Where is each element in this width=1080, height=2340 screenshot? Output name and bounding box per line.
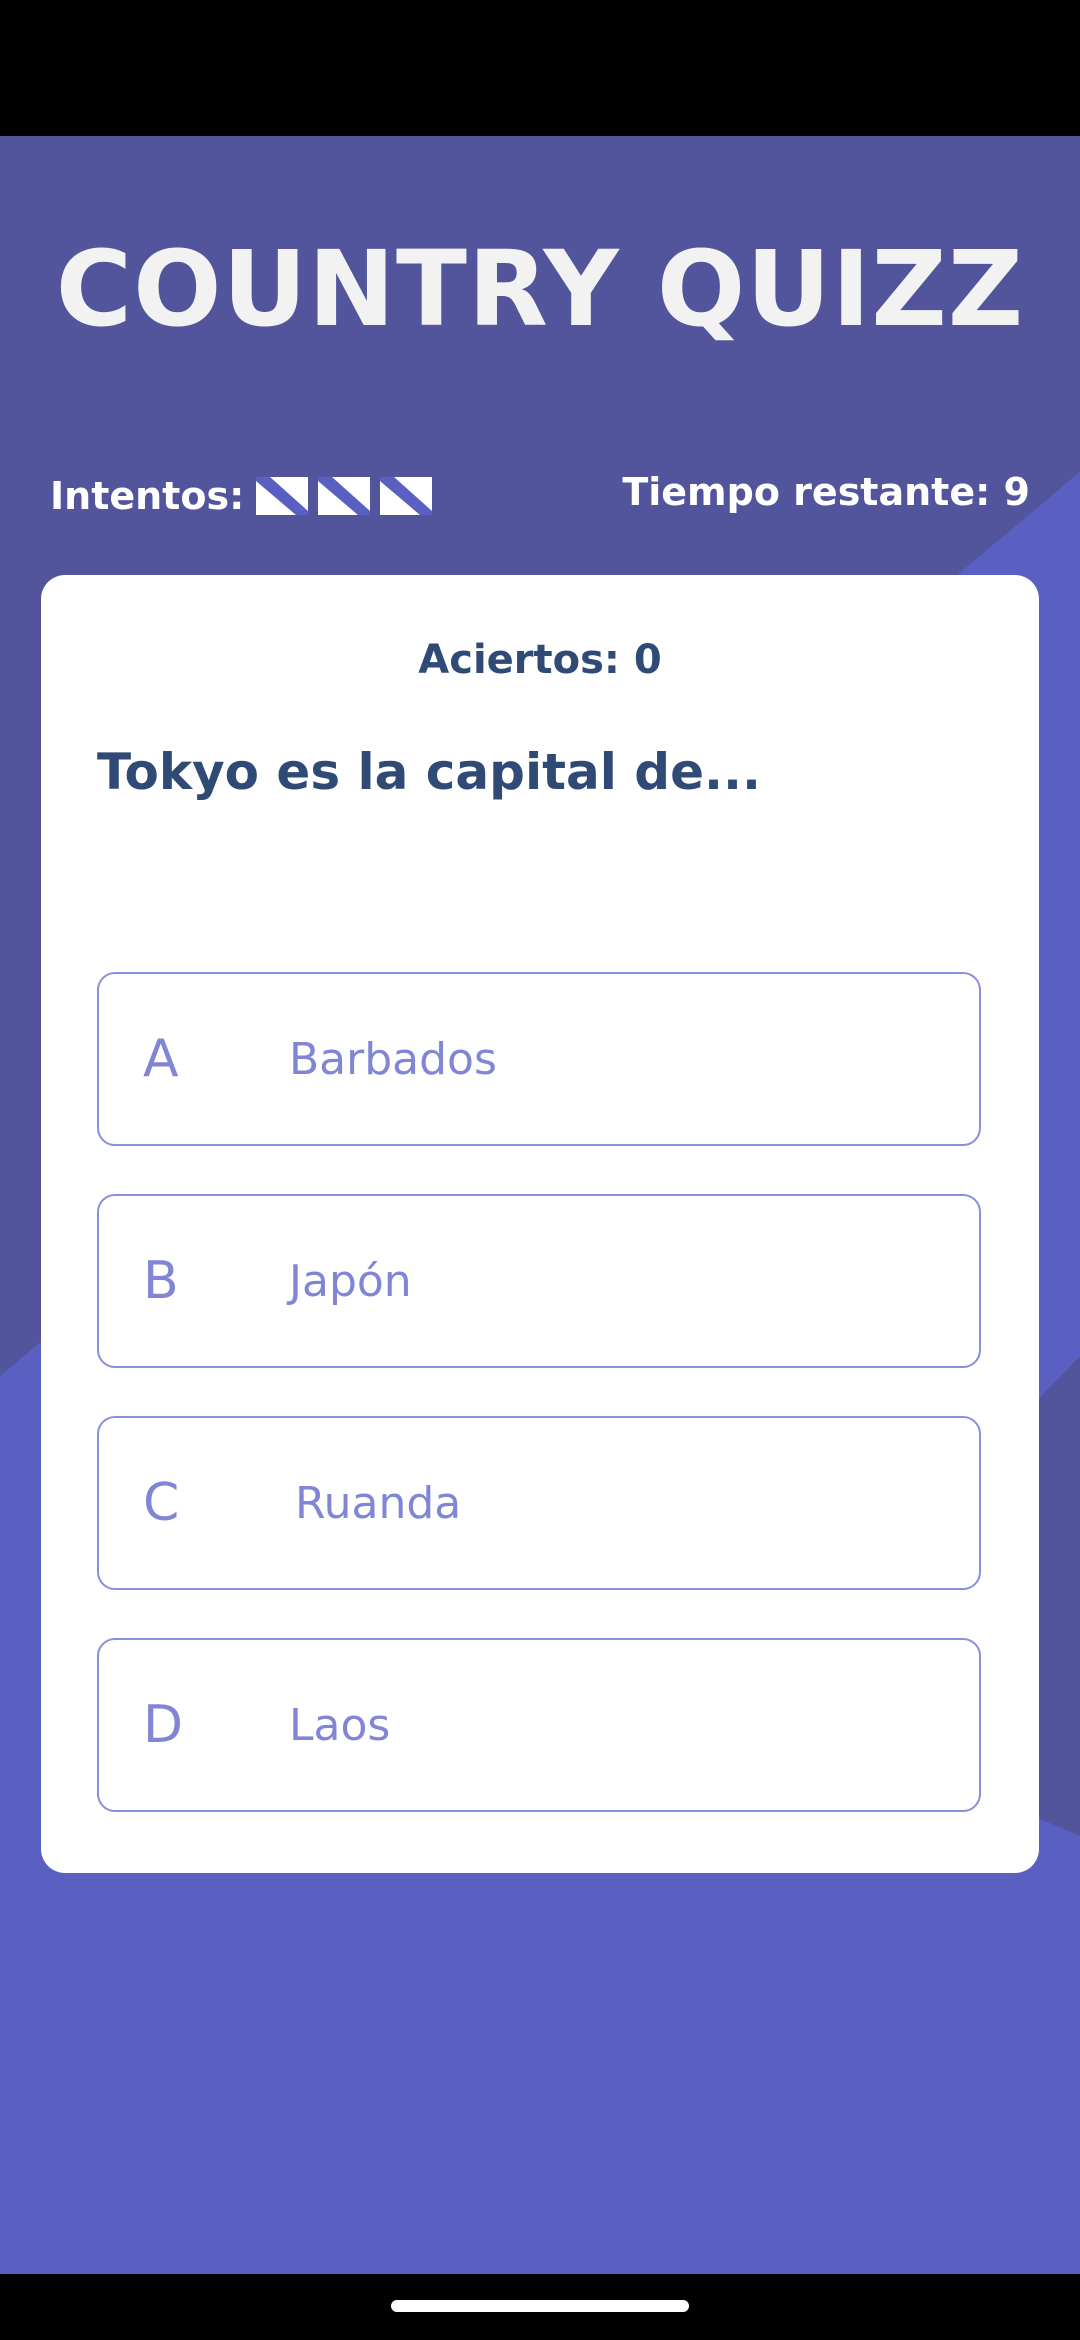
attempts-indicator: Intentos:: [50, 466, 433, 526]
option-letter: B: [143, 1251, 179, 1311]
option-label: Laos: [289, 1699, 391, 1751]
option-a-button[interactable]: A Barbados: [97, 972, 981, 1146]
option-c-button[interactable]: C Ruanda: [97, 1416, 981, 1590]
home-indicator[interactable]: [391, 2300, 689, 2312]
time-value: 9: [1003, 470, 1030, 514]
score-value: 0: [633, 637, 662, 683]
option-label: Japón: [289, 1255, 412, 1307]
striped-flag-icon: [256, 477, 309, 515]
time-remaining: Tiempo restante: 9: [622, 462, 1030, 522]
option-d-button[interactable]: D Laos: [97, 1638, 981, 1812]
attempt-icons: [256, 477, 433, 515]
status-bar: [0, 0, 1080, 136]
option-letter: C: [143, 1473, 180, 1533]
score-label: Aciertos:: [418, 637, 620, 683]
app-screen: COUNTRY QUIZZ Intentos: Tiempo restante:…: [0, 136, 1080, 2274]
attempts-label: Intentos:: [50, 474, 245, 518]
question-card: Aciertos: 0 Tokyo es la capital de... A …: [41, 575, 1039, 1873]
option-b-button[interactable]: B Japón: [97, 1194, 981, 1368]
option-letter: D: [143, 1695, 184, 1755]
option-label: Ruanda: [295, 1477, 462, 1529]
striped-flag-icon: [380, 477, 433, 515]
time-label: Tiempo restante:: [622, 470, 991, 514]
question-text: Tokyo es la capital de...: [97, 743, 761, 801]
app-title: COUNTRY QUIZZ: [55, 228, 1025, 350]
option-label: Barbados: [289, 1033, 497, 1085]
score-display: Aciertos: 0: [41, 637, 1039, 683]
option-letter: A: [143, 1029, 179, 1089]
striped-flag-icon: [318, 477, 371, 515]
